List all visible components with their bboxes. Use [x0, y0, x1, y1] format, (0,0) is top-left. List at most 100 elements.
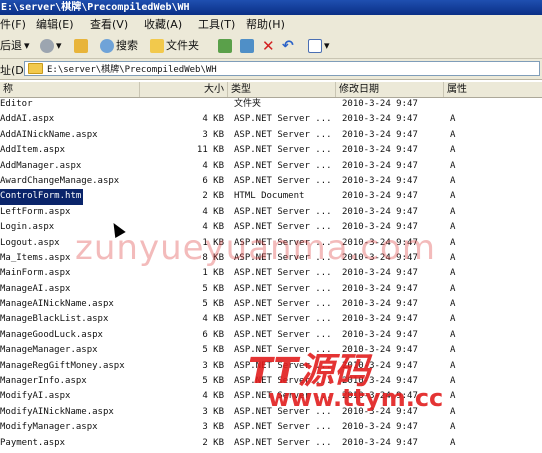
- file-attributes: A: [450, 376, 456, 387]
- copy-to-icon: [240, 39, 254, 53]
- copy-to-button[interactable]: [240, 36, 254, 56]
- file-modified: 2010-3-24 9:47: [342, 422, 418, 433]
- file-row[interactable]: AddAI.aspx 4 KB ASP.NET Server ... 2010-3-2…: [0, 112, 542, 127]
- file-modified: 2010-3-24 9:47: [342, 314, 418, 325]
- column-attributes[interactable]: 属性: [444, 82, 542, 97]
- file-row[interactable]: AddManager.aspx 4 KB ASP.NET Server ... 201…: [0, 159, 542, 174]
- file-attributes: A: [450, 314, 456, 325]
- file-type: ASP.NET Server ...: [234, 437, 332, 448]
- file-size: 3 KB: [202, 360, 224, 371]
- file-modified: 2010-3-24 9:47: [342, 206, 418, 217]
- file-name: AddManager.aspx: [0, 160, 82, 171]
- file-row[interactable]: AddAINickName.aspx 3 KB ASP.NET Server ...…: [0, 128, 542, 143]
- file-attributes: A: [450, 160, 456, 171]
- address-input[interactable]: E:\server\棋牌\PrecompiledWeb\WH: [24, 61, 540, 76]
- forward-button[interactable]: ▾: [40, 36, 62, 56]
- file-attributes: A: [450, 268, 456, 279]
- window-title: E:\server\棋牌\PrecompiledWeb\WH: [1, 2, 190, 13]
- file-name: AddAINickName.aspx: [0, 129, 98, 140]
- file-row[interactable]: ManageAI.aspx 5 KB ASP.NET Server ... 2010-…: [0, 282, 542, 297]
- file-modified: 2010-3-24 9:47: [342, 299, 418, 310]
- column-header: 称 大小 类型 修改日期 属性: [0, 82, 542, 98]
- delete-button[interactable]: ✕: [262, 36, 275, 56]
- file-size: 1 KB: [202, 268, 224, 279]
- file-attributes: A: [450, 422, 456, 433]
- column-name[interactable]: 称: [0, 82, 140, 97]
- views-button[interactable]: ▾: [308, 36, 330, 56]
- address-bar: 址(D) E:\server\棋牌\PrecompiledWeb\WH: [0, 59, 542, 80]
- file-type: HTML Document: [234, 191, 305, 202]
- file-modified: 2010-3-24 9:47: [342, 283, 418, 294]
- file-attributes: A: [450, 129, 456, 140]
- chevron-down-icon: ▾: [324, 39, 330, 52]
- file-name: Editor: [0, 99, 33, 109]
- column-modified[interactable]: 修改日期: [336, 82, 444, 97]
- menu-edit[interactable]: 编辑(E): [36, 15, 74, 34]
- file-size: 3 KB: [202, 129, 224, 140]
- file-size: 5 KB: [202, 283, 224, 294]
- file-attributes: A: [450, 206, 456, 217]
- file-type: ASP.NET Server ...: [234, 129, 332, 140]
- column-type[interactable]: 类型: [228, 82, 336, 97]
- file-size: 3 KB: [202, 422, 224, 433]
- file-attributes: A: [450, 252, 456, 263]
- file-attributes: A: [450, 391, 456, 402]
- file-row[interactable]: MainForm.aspx 1 KB ASP.NET Server ... 2010-…: [0, 266, 542, 281]
- file-size: 4 KB: [202, 391, 224, 402]
- file-size: 6 KB: [202, 175, 224, 186]
- file-attributes: A: [450, 237, 456, 248]
- search-button[interactable]: 搜索: [100, 36, 138, 56]
- file-type: ASP.NET Server ...: [234, 145, 332, 156]
- column-size[interactable]: 大小: [140, 82, 228, 97]
- up-folder-button[interactable]: [74, 36, 88, 56]
- file-name: ControlForm.htm: [0, 189, 84, 205]
- file-row[interactable]: ModifyManager.aspx 3 KB ASP.NET Server ...…: [0, 420, 542, 435]
- file-modified: 2010-3-24 9:47: [342, 175, 418, 186]
- address-path: E:\server\棋牌\PrecompiledWeb\WH: [47, 65, 217, 75]
- file-type: ASP.NET Server ...: [234, 160, 332, 171]
- file-attributes: A: [450, 360, 456, 371]
- file-size: 6 KB: [202, 329, 224, 340]
- file-attributes: A: [450, 114, 456, 125]
- folders-button[interactable]: 文件夹: [150, 36, 199, 56]
- file-row[interactable]: AddItem.aspx 11 KB ASP.NET Server ... 2010-…: [0, 143, 542, 158]
- file-type: ASP.NET Server ...: [234, 114, 332, 125]
- chevron-down-icon: ▾: [56, 39, 62, 52]
- back-button[interactable]: 后退 ▾: [0, 36, 30, 56]
- file-size: 2 KB: [202, 437, 224, 448]
- menu-file[interactable]: 件(F): [0, 15, 26, 34]
- move-to-button[interactable]: [218, 36, 232, 56]
- file-row[interactable]: LeftForm.aspx 4 KB ASP.NET Server ... 2010-…: [0, 205, 542, 220]
- file-size: 11 KB: [196, 145, 224, 156]
- file-name: MainForm.aspx: [0, 268, 71, 279]
- file-row[interactable]: ManageGoodLuck.aspx 6 KB ASP.NET Server ..…: [0, 328, 542, 343]
- file-type: ASP.NET Server ...: [234, 299, 332, 310]
- toolbar: 后退 ▾ ▾ 搜索 文件夹 ✕ ↶ ▾: [0, 34, 542, 59]
- file-row[interactable]: Payment.aspx 2 KB ASP.NET Server ... 2010-3…: [0, 436, 542, 451]
- file-modified: 2010-3-24 9:47: [342, 191, 418, 202]
- menu-view[interactable]: 查看(V): [90, 15, 128, 34]
- window-title-bar: E:\server\棋牌\PrecompiledWeb\WH: [0, 0, 542, 15]
- file-type: ASP.NET Server ...: [234, 314, 332, 325]
- menu-tools[interactable]: 工具(T): [198, 15, 235, 34]
- back-label: 后退: [0, 39, 22, 52]
- file-row[interactable]: AwardChangeManage.aspx 6 KB ASP.NET Server…: [0, 174, 542, 189]
- file-attributes: A: [450, 222, 456, 233]
- file-row[interactable]: Editor 文件夹 2010-3-24 9:47: [0, 97, 542, 112]
- file-size: 4 KB: [202, 314, 224, 325]
- up-folder-icon: [74, 39, 88, 53]
- file-modified: 2010-3-24 9:47: [342, 114, 418, 125]
- menu-help[interactable]: 帮助(H): [246, 15, 285, 34]
- file-type: 文件夹: [234, 99, 262, 109]
- file-row[interactable]: ControlForm.htm 2 KB HTML Document 2010-3-2…: [0, 189, 542, 205]
- file-type: ASP.NET Server ...: [234, 422, 332, 433]
- file-modified: 2010-3-24 9:47: [342, 129, 418, 140]
- menu-favorites[interactable]: 收藏(A): [144, 15, 182, 34]
- file-row[interactable]: ManageAINickName.aspx 5 KB ASP.NET Server …: [0, 297, 542, 312]
- file-size: 3 KB: [202, 406, 224, 417]
- views-icon: [308, 39, 322, 53]
- watermark-main: zunyueyuanma.com: [75, 228, 436, 268]
- file-row[interactable]: ManageBlackList.aspx 4 KB ASP.NET Server .…: [0, 312, 542, 327]
- undo-button[interactable]: ↶: [282, 36, 294, 56]
- file-attributes: A: [450, 191, 456, 202]
